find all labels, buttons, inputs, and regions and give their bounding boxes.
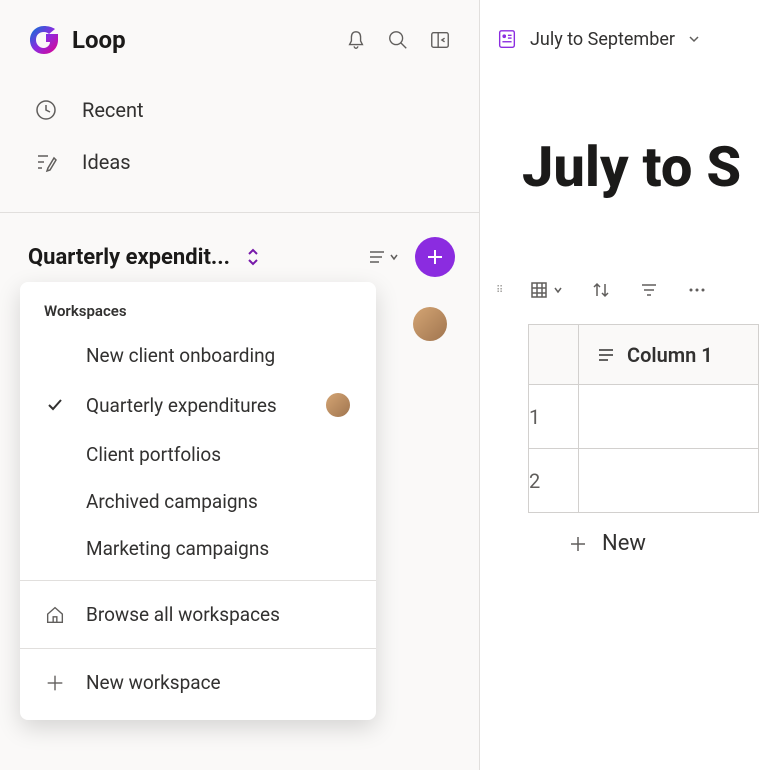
workspace-item-label: Marketing campaigns (86, 537, 352, 560)
workspace-item-client-portfolios[interactable]: Client portfolios (20, 431, 376, 478)
table-row: 2 (529, 449, 759, 513)
workspace-selector: Quarterly expendit... (0, 213, 479, 293)
chevron-down-icon (687, 32, 701, 46)
new-workspace[interactable]: New workspace (20, 657, 376, 708)
row-number[interactable]: 2 (529, 449, 579, 513)
table-cell[interactable] (579, 449, 759, 513)
breadcrumb[interactable]: July to September (480, 0, 780, 70)
new-workspace-label: New workspace (86, 671, 221, 694)
workspace-item-archived-campaigns[interactable]: Archived campaigns (20, 478, 376, 525)
notifications-icon[interactable] (345, 29, 367, 51)
workspace-item-label: Quarterly expenditures (86, 394, 304, 417)
checkmark-icon (46, 396, 64, 414)
home-icon (44, 604, 66, 626)
pen-icon (34, 150, 58, 174)
search-icon[interactable] (387, 29, 409, 51)
sort-icon (591, 280, 611, 300)
column-header-label: Column 1 (627, 343, 713, 367)
table-cell[interactable] (579, 385, 759, 449)
nav-ideas-label: Ideas (82, 150, 131, 174)
workspace-item-label: New client onboarding (86, 344, 352, 367)
list-icon (367, 247, 387, 267)
avatar (324, 391, 352, 419)
nav-recent[interactable]: Recent (28, 84, 451, 136)
plus-icon (44, 672, 66, 694)
browse-all-workspaces[interactable]: Browse all workspaces (20, 589, 376, 640)
page-icon (496, 28, 518, 50)
table-area: ⠿ (480, 240, 780, 556)
drag-handle-icon[interactable]: ⠿ (496, 285, 501, 296)
filter-icon (639, 280, 659, 300)
chevron-down-icon (389, 252, 399, 262)
divider (20, 580, 376, 581)
logo-text: Loop (72, 26, 126, 54)
table-row: 1 (529, 385, 759, 449)
workspace-item-label: Archived campaigns (86, 490, 352, 513)
workspace-item-quarterly-expenditures[interactable]: Quarterly expenditures (20, 379, 376, 431)
browse-all-label: Browse all workspaces (86, 603, 280, 626)
plus-icon (568, 534, 588, 554)
column-header-1[interactable]: Column 1 (579, 325, 759, 385)
row-number-header[interactable] (529, 325, 579, 385)
row-number[interactable]: 1 (529, 385, 579, 449)
sidebar: Loop Recent (0, 0, 480, 770)
collapse-panel-icon[interactable] (429, 29, 451, 51)
more-options-button[interactable] (687, 280, 707, 300)
sort-button[interactable] (591, 280, 611, 300)
plus-icon (425, 247, 445, 267)
chevron-updown-icon (246, 247, 260, 267)
more-icon (687, 280, 707, 300)
table-icon (529, 280, 549, 300)
add-page-button[interactable] (415, 237, 455, 277)
table-controls: ⠿ (496, 280, 780, 324)
nav-ideas[interactable]: Ideas (28, 136, 451, 188)
workspace-dropdown: Workspaces New client onboarding Quarter… (20, 282, 376, 720)
workspace-switcher[interactable]: Quarterly expendit... (28, 245, 367, 270)
clock-icon (34, 98, 58, 122)
workspace-item-label: Client portfolios (86, 443, 352, 466)
filter-button[interactable] (639, 280, 659, 300)
new-row-button[interactable]: New (496, 513, 780, 556)
header-icons (345, 29, 451, 51)
sidebar-header: Loop (0, 0, 479, 76)
workspace-title: Quarterly expendit... (28, 245, 230, 270)
loop-logo-icon (28, 24, 60, 56)
page-title[interactable]: July to S (480, 70, 780, 240)
workspace-item-marketing-campaigns[interactable]: Marketing campaigns (20, 525, 376, 572)
list-view-button[interactable] (367, 247, 399, 267)
text-column-icon (597, 346, 615, 364)
breadcrumb-text: July to September (530, 29, 675, 50)
nav-recent-label: Recent (82, 98, 144, 122)
new-row-label: New (602, 531, 646, 556)
workspace-actions (367, 237, 455, 277)
chevron-down-icon (553, 285, 563, 295)
workspace-item-new-client-onboarding[interactable]: New client onboarding (20, 332, 376, 379)
nav-links: Recent Ideas (0, 76, 479, 212)
main-content: July to September July to S ⠿ (480, 0, 780, 770)
logo[interactable]: Loop (28, 24, 126, 56)
divider (20, 648, 376, 649)
workspace-dropdown-label: Workspaces (20, 294, 376, 332)
data-table: Column 1 1 2 (528, 324, 759, 513)
table-view-button[interactable] (529, 280, 563, 300)
avatar (413, 307, 447, 341)
